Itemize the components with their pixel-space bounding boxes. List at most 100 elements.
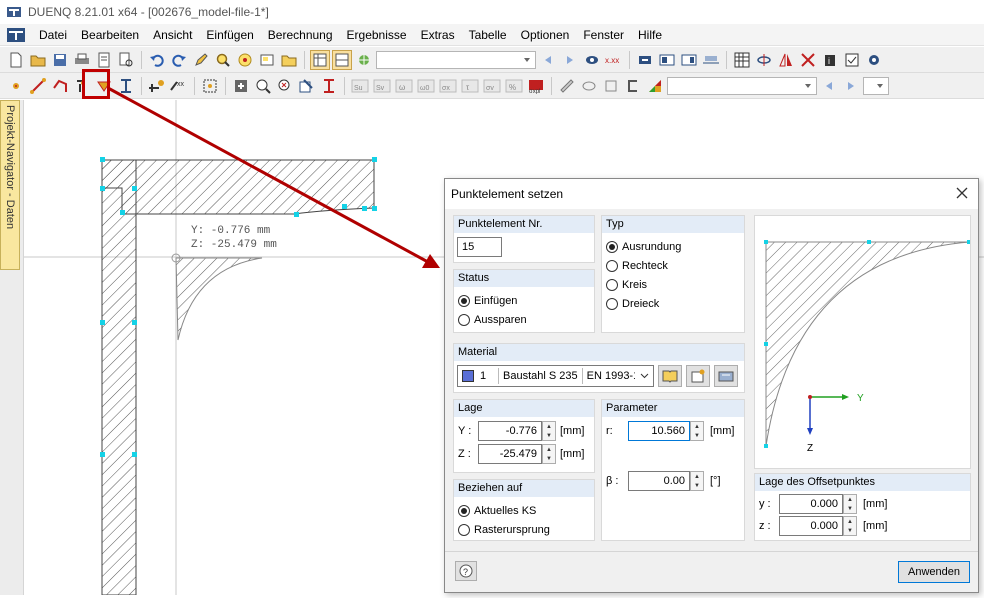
- y-arrow-head: [842, 394, 849, 400]
- status-radio-einfuegen[interactable]: Einfügen: [458, 291, 594, 310]
- offset-y-spinner[interactable]: ▲ ▼: [843, 494, 857, 514]
- radius-label: r:: [606, 425, 613, 437]
- z-label: Z :: [458, 448, 471, 460]
- type-radio-ausrundung[interactable]: Ausrundung: [606, 237, 744, 256]
- spin-down-icon: ▼: [546, 455, 552, 462]
- offset-group: Lage des Offsetpunktes y : 0.000 ▲ ▼ [mm]…: [754, 473, 971, 541]
- type-radio-rechteck[interactable]: Rechteck: [606, 256, 744, 275]
- type-group: Typ Ausrundung Rechteck Kreis Dreieck: [601, 215, 745, 333]
- radio-selected-dot: [461, 297, 467, 304]
- handle: [867, 240, 871, 244]
- help-icon: ?: [459, 564, 473, 578]
- new-material-button[interactable]: [686, 365, 710, 387]
- offset-z-spinner[interactable]: ▲ ▼: [843, 516, 857, 536]
- z-arrow-head: [807, 428, 813, 435]
- dialog-title-bar: Punktelement setzen: [445, 179, 978, 209]
- axis-z-label: Z: [807, 443, 813, 454]
- radio-label: Kreis: [622, 278, 648, 291]
- preview-panel: Y Z: [754, 215, 971, 469]
- spin-down-icon: ▼: [694, 432, 700, 439]
- radio-selected-dot: [461, 507, 467, 514]
- spin-up-icon: ▲: [694, 423, 700, 430]
- material-number: 1: [480, 370, 487, 382]
- handle: [764, 240, 768, 244]
- position-header: Lage: [454, 400, 594, 417]
- reference-group: Beziehen auf Aktuelles KS Rasterursprung: [453, 479, 595, 541]
- point-element-dialog: Punktelement setzen Punktelement Nr. 15 …: [444, 178, 979, 593]
- radio-circle: [458, 313, 470, 326]
- spin-down-icon: ▼: [847, 505, 853, 512]
- spin-up-icon: ▲: [546, 423, 552, 430]
- radio-circle: [606, 297, 618, 310]
- radio-circle: [606, 240, 618, 253]
- y-position-input[interactable]: -0.776: [478, 421, 542, 441]
- radio-circle: [606, 259, 618, 272]
- radio-label: Dreieck: [622, 297, 660, 310]
- offset-z-unit: [mm]: [863, 520, 888, 532]
- radio-circle: [458, 294, 470, 307]
- type-radio-dreieck[interactable]: Dreieck: [606, 294, 744, 313]
- radio-label: Aussparen: [474, 313, 527, 326]
- radio-circle: [458, 523, 470, 536]
- offset-y-input[interactable]: 0.000: [779, 494, 843, 514]
- spin-up-icon: ▲: [847, 518, 853, 525]
- svg-text:?: ?: [463, 567, 468, 577]
- offset-z-label: z :: [759, 520, 771, 532]
- z-position-input[interactable]: -25.479: [478, 444, 542, 464]
- element-number-input[interactable]: 15: [457, 237, 502, 257]
- beta-unit: [°]: [710, 475, 721, 487]
- origin-point: [808, 395, 812, 399]
- close-icon[interactable]: [954, 185, 970, 201]
- radius-spinner[interactable]: ▲ ▼: [690, 421, 704, 441]
- beta-label: β :: [606, 475, 619, 487]
- element-number-group: Punktelement Nr. 15: [453, 215, 595, 263]
- handle: [764, 444, 768, 448]
- reference-radio-grid-origin[interactable]: Rasterursprung: [458, 520, 594, 539]
- handle: [967, 240, 971, 244]
- radio-circle: [458, 504, 470, 517]
- material-name: Baustahl S 235: [503, 370, 578, 382]
- help-button[interactable]: ?: [455, 561, 477, 581]
- radio-label: Rasterursprung: [474, 523, 550, 536]
- preview-fillet-shape: [765, 241, 971, 447]
- z-position-spinner[interactable]: ▲ ▼: [542, 444, 556, 464]
- edit-material-button[interactable]: [714, 365, 738, 387]
- parameter-header: Parameter: [602, 400, 744, 417]
- beta-spinner[interactable]: ▲ ▼: [690, 471, 704, 491]
- radio-circle: [606, 278, 618, 291]
- axis-y-label: Y: [857, 393, 864, 404]
- spin-up-icon: ▲: [546, 446, 552, 453]
- fillet-preview: Y Z: [764, 240, 971, 454]
- spin-down-icon: ▼: [847, 527, 853, 534]
- spin-up-icon: ▲: [847, 496, 853, 503]
- beta-input[interactable]: 0.00: [628, 471, 690, 491]
- parameter-group: Parameter r: 10.560 ▲ ▼ [mm] β : 0.00 ▲ ▼ …: [601, 399, 745, 541]
- apply-button[interactable]: Anwenden: [898, 561, 970, 583]
- handle: [764, 342, 768, 346]
- radio-label: Ausrundung: [622, 240, 682, 253]
- book-icon: [662, 370, 678, 383]
- dialog-footer: [445, 551, 978, 552]
- material-library-button[interactable]: [658, 365, 682, 387]
- y-position-spinner[interactable]: ▲ ▼: [542, 421, 556, 441]
- material-select[interactable]: 1 Baustahl S 235 EN 1993-1-: [457, 365, 654, 387]
- type-radio-kreis[interactable]: Kreis: [606, 275, 744, 294]
- radius-input[interactable]: 10.560: [628, 421, 690, 441]
- material-norm: EN 1993-1-: [586, 370, 635, 382]
- new-material-icon: [691, 369, 705, 383]
- status-group: Status Einfügen Aussparen: [453, 269, 595, 333]
- element-number-header: Punktelement Nr.: [454, 216, 594, 233]
- spin-up-icon: ▲: [694, 473, 700, 480]
- y-unit: [mm]: [560, 425, 585, 437]
- radio-label: Rechteck: [622, 259, 668, 272]
- spin-down-icon: ▼: [546, 432, 552, 439]
- type-header: Typ: [602, 216, 744, 233]
- reference-header: Beziehen auf: [454, 480, 594, 497]
- radio-selected-dot: [609, 243, 615, 250]
- z-unit: [mm]: [560, 448, 585, 460]
- offset-z-input[interactable]: 0.000: [779, 516, 843, 536]
- position-group: Lage Y : -0.776 ▲ ▼ [mm] Z : -25.479 ▲ ▼ […: [453, 399, 595, 473]
- y-label: Y :: [458, 425, 472, 437]
- reference-radio-current-cs[interactable]: Aktuelles KS: [458, 501, 594, 520]
- status-radio-aussparen[interactable]: Aussparen: [458, 310, 594, 329]
